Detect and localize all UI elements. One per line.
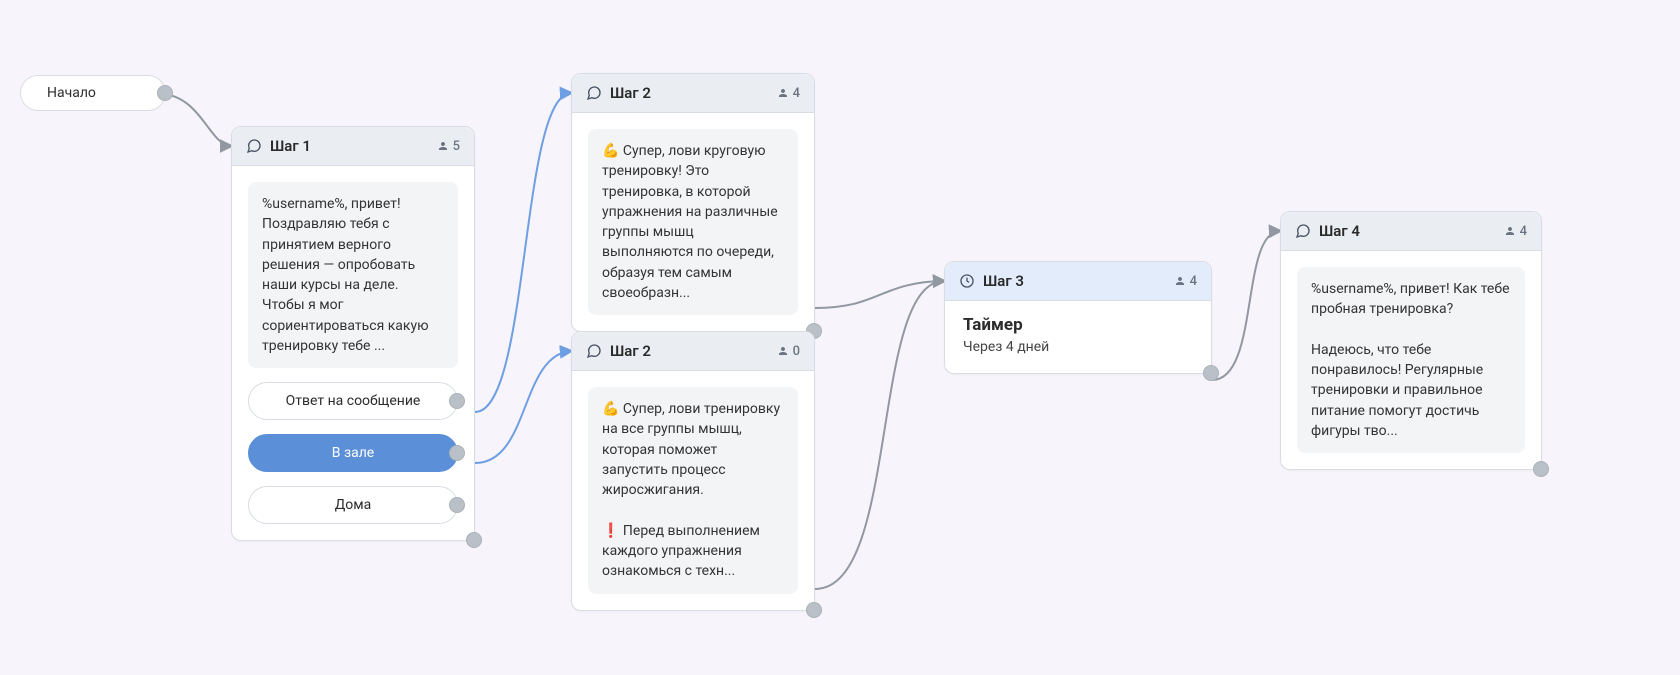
- node-out-port[interactable]: [1533, 461, 1549, 477]
- node-title: Шаг 4: [1319, 222, 1496, 240]
- option-label: В зале: [332, 445, 374, 461]
- edge-step2a-step3: [815, 281, 944, 308]
- node-title: Шаг 2: [610, 84, 769, 102]
- user-icon: [777, 87, 789, 99]
- user-icon: [1174, 275, 1186, 287]
- node-out-port[interactable]: [1203, 365, 1219, 381]
- node-users-meta: 4: [1504, 224, 1527, 239]
- node-users-count: 0: [793, 344, 800, 359]
- option-label: Дома: [335, 497, 372, 513]
- node-options: Ответ на сообщение В зале Дома: [248, 382, 458, 524]
- edge-step2b-step3: [815, 281, 944, 589]
- node-step1[interactable]: Шаг 1 5 %username%, привет! Поздравляю т…: [231, 126, 475, 541]
- node-message: %username%, привет! Как тебе пробная тре…: [1297, 267, 1525, 453]
- option-reply[interactable]: Ответ на сообщение: [248, 382, 458, 420]
- node-users-meta: 4: [1174, 274, 1197, 289]
- node-users-count: 5: [453, 139, 460, 154]
- node-header: Шаг 2 4: [572, 74, 814, 113]
- option-out-port[interactable]: [449, 497, 465, 513]
- edge-start-step1: [160, 94, 231, 146]
- node-step2b[interactable]: Шаг 2 0 💪 Супер, лови тренировку на все …: [571, 331, 815, 611]
- node-title: Шаг 3: [983, 272, 1166, 290]
- node-step2a[interactable]: Шаг 2 4 💪 Супер, лови круговую тренировк…: [571, 73, 815, 332]
- node-header: Шаг 2 0: [572, 332, 814, 371]
- chat-icon: [586, 85, 602, 101]
- timer-title: Таймер: [963, 315, 1193, 335]
- user-icon: [1504, 225, 1516, 237]
- node-out-port[interactable]: [806, 602, 822, 618]
- clock-icon: [959, 273, 975, 289]
- node-message: %username%, привет! Поздравляю тебя с пр…: [248, 182, 458, 368]
- start-node[interactable]: Начало: [20, 75, 166, 111]
- node-step4[interactable]: Шаг 4 4 %username%, привет! Как тебе про…: [1280, 211, 1542, 470]
- user-icon: [437, 140, 449, 152]
- edge-step1-step2a: [475, 93, 571, 412]
- node-users-meta: 4: [777, 86, 800, 101]
- start-label: Начало: [47, 85, 96, 101]
- option-out-port[interactable]: [449, 393, 465, 409]
- timer-subtitle: Через 4 дней: [963, 339, 1193, 355]
- edge-step1-step2b: [475, 351, 571, 463]
- node-out-port[interactable]: [466, 532, 482, 548]
- node-users-meta: 0: [777, 344, 800, 359]
- node-header: Шаг 1 5: [232, 127, 474, 166]
- node-title: Шаг 2: [610, 342, 769, 360]
- option-out-port[interactable]: [449, 445, 465, 461]
- option-home[interactable]: Дома: [248, 486, 458, 524]
- node-message: 💪 Супер, лови круговую тренировку! Это т…: [588, 129, 798, 315]
- node-header: Шаг 4 4: [1281, 212, 1541, 251]
- chat-icon: [1295, 223, 1311, 239]
- flow-canvas[interactable]: Начало Шаг 1 5 %username%, привет! Поздр…: [0, 0, 1680, 675]
- node-message: 💪 Супер, лови тренировку на все группы м…: [588, 387, 798, 594]
- node-users-meta: 5: [437, 139, 460, 154]
- node-header: Шаг 3 4: [945, 262, 1211, 301]
- node-users-count: 4: [1520, 224, 1527, 239]
- node-step3[interactable]: Шаг 3 4 Таймер Через 4 дней: [944, 261, 1212, 374]
- start-out-port[interactable]: [157, 85, 173, 101]
- edge-step3-step4: [1212, 231, 1280, 380]
- option-label: Ответ на сообщение: [286, 393, 421, 409]
- node-users-count: 4: [793, 86, 800, 101]
- user-icon: [777, 345, 789, 357]
- chat-icon: [246, 138, 262, 154]
- chat-icon: [586, 343, 602, 359]
- option-gym[interactable]: В зале: [248, 434, 458, 472]
- node-users-count: 4: [1190, 274, 1197, 289]
- node-title: Шаг 1: [270, 137, 429, 155]
